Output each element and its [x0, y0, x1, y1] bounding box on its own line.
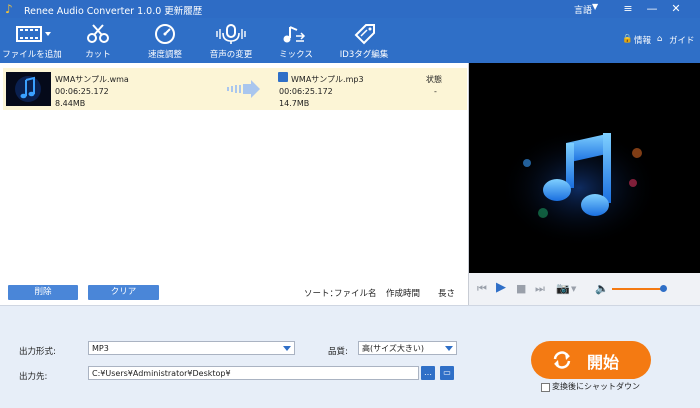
sort-by-length[interactable]: 長さ: [438, 287, 455, 299]
input-file-name: WMAサンプル.wma: [55, 75, 129, 84]
shutdown-checkbox[interactable]: [541, 383, 550, 392]
film-add-icon: [16, 26, 51, 42]
language-dropdown-icon[interactable]: ▼: [592, 2, 598, 11]
music-note-icon: [469, 63, 700, 273]
toolbar-label: 速度調整: [147, 50, 182, 60]
toolbar-label: カット: [85, 50, 111, 60]
volume-slider[interactable]: [612, 288, 665, 290]
status-header: 状態: [426, 75, 442, 84]
browse-button[interactable]: …: [421, 366, 435, 380]
guide-link[interactable]: ガイド: [669, 34, 695, 46]
file-row[interactable]: WMAサンプル.wma 00:06:25.172 8.44MB WMAサンプル.…: [3, 68, 467, 110]
add-file-button[interactable]: ファイルを追加: [2, 18, 62, 63]
quality-label: 品質:: [328, 347, 348, 357]
folder-icon[interactable]: ▭: [440, 366, 454, 380]
chevron-down-icon: [283, 346, 291, 351]
play-icon[interactable]: ▶: [496, 280, 506, 295]
output-path-input[interactable]: C:¥Users¥Administrator¥Desktop¥: [88, 366, 419, 380]
info-link[interactable]: 情報: [634, 34, 651, 46]
output-format-label: 出力形式:: [19, 347, 56, 357]
preview-pane: [469, 63, 700, 273]
camera-dropdown-icon[interactable]: ▼: [571, 285, 576, 293]
volume-icon[interactable]: 🔈: [595, 282, 609, 295]
toolbar-label: ミックス: [279, 50, 313, 60]
output-size: 14.7MB: [279, 99, 310, 108]
speedometer-icon: [155, 24, 175, 44]
language-menu[interactable]: 言語: [574, 3, 592, 16]
output-duration: 00:06:25.172: [279, 87, 333, 96]
quality-value: 高(サイズ大きい): [362, 344, 425, 353]
music-mix-icon: [283, 26, 306, 43]
start-button[interactable]: 開始: [531, 341, 651, 379]
music-note-icon: ♪: [5, 2, 13, 16]
output-dest-label: 出力先:: [19, 372, 48, 382]
file-thumbnail: [6, 72, 51, 106]
toolbar-label: ファイルを追加: [2, 50, 62, 60]
chevron-down-icon: [445, 346, 453, 351]
volume-slider-handle[interactable]: [660, 285, 667, 292]
scissors-icon: [87, 24, 109, 43]
next-icon[interactable]: ⏭: [535, 282, 545, 296]
close-icon[interactable]: ✕: [668, 1, 684, 17]
app-title: Renee Audio Converter 1.0.0 更新履歴: [24, 6, 203, 17]
cut-button[interactable]: カット: [70, 18, 126, 63]
refresh-icon: [553, 351, 571, 369]
tag-edit-icon: [354, 24, 375, 45]
output-format-value: MP3: [92, 344, 109, 353]
input-size: 8.44MB: [55, 99, 86, 108]
shutdown-label: 変換後にシャットダウン: [552, 382, 640, 391]
speed-button[interactable]: 速度調整: [136, 18, 194, 63]
microphone-icon: [216, 24, 246, 44]
previous-icon[interactable]: ⏮: [477, 282, 487, 296]
toolbar-label: 音声の変更: [209, 50, 253, 60]
camera-icon[interactable]: 📷: [556, 282, 570, 295]
home-icon: ⌂: [657, 34, 663, 44]
title-bar: ♪ Renee Audio Converter 1.0.0 更新履歴 言語 ▼ …: [0, 0, 700, 18]
menu-icon[interactable]: ≡: [620, 1, 636, 17]
output-path-value: C:¥Users¥Administrator¥Desktop¥: [92, 369, 231, 378]
stop-icon[interactable]: ■: [516, 282, 526, 295]
convert-arrow-icon: [227, 80, 260, 98]
minimize-icon[interactable]: —: [644, 1, 660, 17]
output-format-select[interactable]: MP3: [88, 341, 295, 355]
sort-by-name[interactable]: ファイル名: [334, 287, 377, 299]
start-label: 開始: [587, 353, 620, 372]
player-controls: ⏮ ▶ ■ ⏭ 📷 ▼ 🔈: [469, 273, 700, 305]
list-actions: 削除 クリア ソート： ファイル名 作成時間 長さ: [0, 285, 468, 305]
clear-button[interactable]: クリア: [88, 285, 159, 300]
edit-output-icon[interactable]: [278, 72, 288, 82]
toolbar: ファイルを追加 カット 速度調整 音声の変更 ミックス ID3タグ編集 🔒 情報…: [0, 18, 700, 64]
output-file-name: WMAサンプル.mp3: [291, 75, 364, 84]
mix-button[interactable]: ミックス: [268, 18, 324, 63]
status-value: -: [434, 87, 437, 96]
sort-label: ソート：: [304, 289, 339, 299]
music-note-icon: [15, 76, 41, 102]
file-list: WMAサンプル.wma 00:06:25.172 8.44MB WMAサンプル.…: [0, 63, 469, 305]
delete-button[interactable]: 削除: [8, 285, 78, 300]
sort-by-created[interactable]: 作成時間: [386, 287, 420, 299]
output-settings: 出力形式: MP3 品質: 高(サイズ大きい) 出力先: C:¥Users¥Ad…: [0, 305, 700, 408]
toolbar-label: ID3タグ編集: [339, 50, 389, 60]
lock-icon: 🔒: [622, 34, 633, 44]
id3-tag-edit-button[interactable]: ID3タグ編集: [334, 18, 394, 63]
voice-change-button[interactable]: 音声の変更: [202, 18, 260, 63]
quality-select[interactable]: 高(サイズ大きい): [358, 341, 457, 355]
input-duration: 00:06:25.172: [55, 87, 109, 96]
